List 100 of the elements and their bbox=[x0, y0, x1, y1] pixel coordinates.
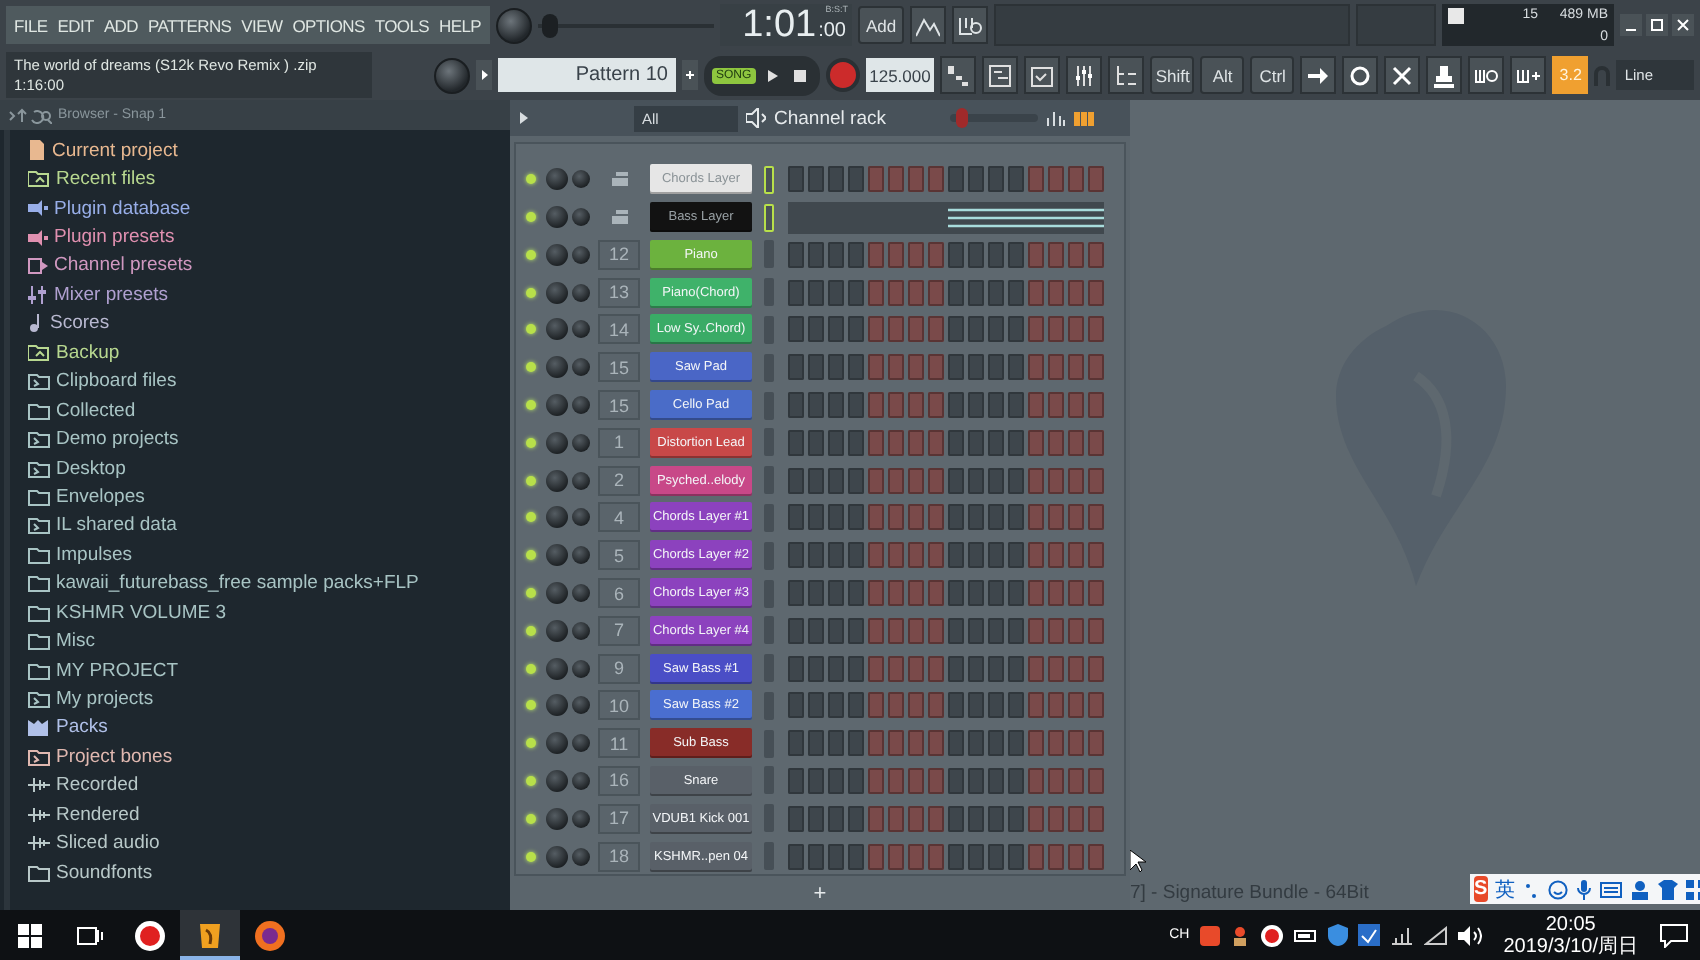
shirt-icon[interactable] bbox=[1657, 879, 1678, 899]
fruit-app-icon[interactable] bbox=[194, 919, 226, 951]
step-button[interactable] bbox=[928, 504, 944, 531]
step-button[interactable] bbox=[1048, 279, 1064, 306]
step-button[interactable] bbox=[968, 580, 984, 606]
step-button[interactable] bbox=[888, 843, 904, 870]
step-button[interactable] bbox=[808, 316, 824, 343]
step-button[interactable] bbox=[948, 504, 964, 531]
step-button[interactable] bbox=[888, 655, 904, 682]
step-button[interactable] bbox=[1068, 166, 1084, 193]
step-button[interactable] bbox=[888, 429, 904, 456]
step-button[interactable] bbox=[868, 542, 884, 569]
browser-item[interactable]: IL shared data bbox=[28, 511, 510, 541]
step-button[interactable] bbox=[1028, 730, 1044, 757]
step-button[interactable] bbox=[1028, 166, 1044, 193]
step-button[interactable] bbox=[848, 617, 864, 644]
pan-knob[interactable] bbox=[546, 168, 568, 191]
graph-icon[interactable] bbox=[1045, 110, 1066, 127]
step-button[interactable] bbox=[868, 354, 884, 381]
step-button[interactable] bbox=[908, 392, 924, 419]
step-button[interactable] bbox=[1008, 316, 1024, 343]
step-button[interactable] bbox=[948, 354, 964, 381]
step-button[interactable] bbox=[928, 655, 944, 682]
step-button[interactable] bbox=[1048, 655, 1064, 682]
step-button[interactable] bbox=[1088, 316, 1104, 343]
pan-knob[interactable] bbox=[546, 318, 568, 341]
step-button[interactable] bbox=[1008, 504, 1024, 531]
step-button[interactable] bbox=[1028, 467, 1044, 494]
step-button[interactable] bbox=[788, 504, 804, 531]
step-button[interactable] bbox=[888, 617, 904, 644]
channel-select-indicator[interactable] bbox=[764, 203, 774, 232]
step-button[interactable] bbox=[1048, 467, 1064, 494]
step-button[interactable] bbox=[948, 617, 964, 644]
browser-item[interactable]: Plugin presets bbox=[28, 222, 510, 252]
step-button[interactable] bbox=[968, 467, 984, 494]
envelope-button[interactable] bbox=[910, 6, 947, 44]
step-button[interactable] bbox=[988, 805, 1004, 832]
step-button[interactable] bbox=[1068, 467, 1084, 494]
smiley-icon[interactable] bbox=[1547, 879, 1568, 899]
browser-item[interactable]: Packs bbox=[28, 713, 510, 743]
step-button[interactable] bbox=[948, 542, 964, 569]
clock-date[interactable]: 2019/3/10/周日 bbox=[1503, 935, 1638, 957]
step-button[interactable] bbox=[1068, 392, 1084, 419]
input-app-icon[interactable] bbox=[1199, 925, 1220, 945]
step-button[interactable] bbox=[1028, 429, 1044, 456]
step-button[interactable] bbox=[1008, 767, 1024, 794]
step-button[interactable] bbox=[968, 166, 984, 193]
pan-knob[interactable] bbox=[546, 845, 568, 868]
channel-mute-led[interactable] bbox=[526, 249, 536, 260]
step-button[interactable] bbox=[828, 467, 844, 494]
step-button[interactable] bbox=[788, 617, 804, 644]
pan-knob[interactable] bbox=[546, 807, 568, 830]
typing-keyboard-button[interactable] bbox=[952, 6, 989, 44]
clock-time[interactable]: 20:05 bbox=[1545, 913, 1596, 935]
step-button[interactable] bbox=[1088, 617, 1104, 644]
step-button[interactable] bbox=[848, 279, 864, 306]
step-button[interactable] bbox=[848, 805, 864, 832]
step-button[interactable] bbox=[928, 166, 944, 193]
step-button[interactable] bbox=[1028, 655, 1044, 682]
step-button[interactable] bbox=[888, 730, 904, 757]
step-button[interactable] bbox=[948, 392, 964, 419]
step-button[interactable] bbox=[988, 316, 1004, 343]
menu-item[interactable]: OPTIONS bbox=[292, 15, 365, 35]
scissors-button[interactable] bbox=[1384, 56, 1421, 94]
step-button[interactable] bbox=[1088, 542, 1104, 569]
step-button[interactable] bbox=[888, 805, 904, 832]
channel-mute-led[interactable] bbox=[526, 625, 536, 636]
maximize-icon[interactable] bbox=[1646, 14, 1668, 36]
step-button[interactable] bbox=[968, 843, 984, 870]
step-button[interactable] bbox=[948, 429, 964, 456]
pan-knob[interactable] bbox=[546, 206, 568, 229]
step-button[interactable] bbox=[1048, 542, 1064, 569]
menu-item[interactable]: PATTERNS bbox=[147, 15, 232, 35]
pan-knob[interactable] bbox=[546, 769, 568, 792]
check-app-icon[interactable] bbox=[1357, 924, 1380, 946]
close-icon[interactable] bbox=[1672, 14, 1694, 36]
step-button[interactable] bbox=[948, 730, 964, 757]
punctuation-icon[interactable] bbox=[1523, 879, 1540, 899]
step-button[interactable] bbox=[1028, 580, 1044, 606]
step-button[interactable] bbox=[868, 504, 884, 531]
browser-item[interactable]: Project bones bbox=[28, 742, 510, 772]
step-button[interactable] bbox=[808, 354, 824, 381]
step-button[interactable] bbox=[908, 805, 924, 832]
browser-item[interactable]: KSHMR VOLUME 3 bbox=[28, 598, 510, 627]
grid-icon[interactable] bbox=[1685, 879, 1700, 899]
battery-icon[interactable] bbox=[1293, 927, 1318, 943]
menu-item[interactable]: TOOLS bbox=[374, 15, 430, 35]
figure-icon[interactable] bbox=[1229, 925, 1250, 945]
step-button[interactable] bbox=[968, 692, 984, 719]
step-button[interactable] bbox=[988, 429, 1004, 456]
step-button[interactable] bbox=[808, 805, 824, 832]
step-button[interactable] bbox=[968, 504, 984, 531]
channel-mute-led[interactable] bbox=[526, 738, 536, 749]
step-button[interactable] bbox=[828, 843, 844, 870]
step-button[interactable] bbox=[1088, 354, 1104, 381]
step-button[interactable] bbox=[1068, 655, 1084, 682]
step-button[interactable] bbox=[1008, 542, 1024, 569]
step-button[interactable] bbox=[948, 467, 964, 494]
step-button[interactable] bbox=[1048, 805, 1064, 832]
browser-item[interactable]: Recent files bbox=[28, 164, 510, 194]
